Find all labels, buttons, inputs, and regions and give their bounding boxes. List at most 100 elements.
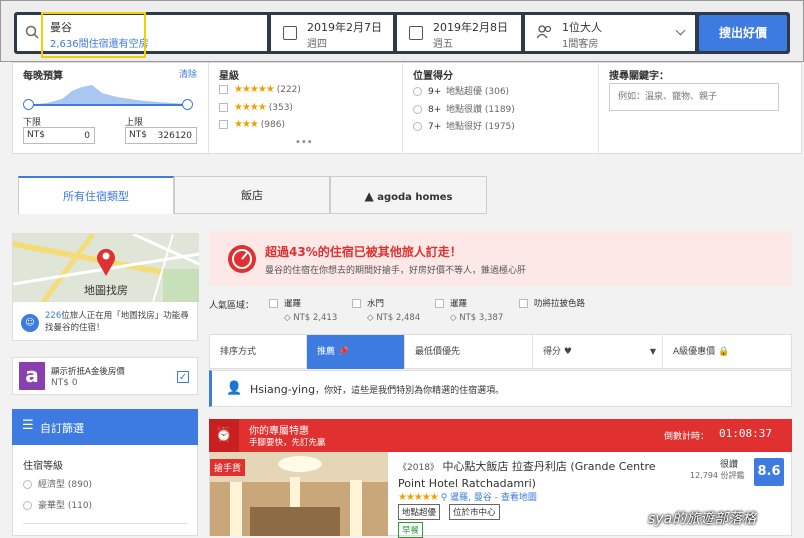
- area-price: ◇ NT$ 3,387: [450, 313, 503, 323]
- greeting-text: Hsiang-ying，你好，這些是我們特別為你精選的住宿選項。: [250, 383, 504, 396]
- hotel-title[interactable]: 《2018》 中心點大飯店 拉查丹利店 (Grande Centre Point…: [398, 459, 678, 492]
- stars-icon: ★★★: [234, 119, 259, 130]
- area-option-1[interactable]: 暹羅 ◇ NT$ 2,413: [269, 297, 337, 323]
- filter-option-label: 經濟型 (890): [38, 480, 93, 490]
- area-option-4[interactable]: 叻將拉披色路: [519, 297, 585, 309]
- guests-field[interactable]: 1位大人 1間客房: [525, 15, 695, 51]
- radio[interactable]: [23, 501, 32, 510]
- rooms-value: 1間客房: [562, 39, 599, 50]
- sort-label: 排序方式: [210, 335, 307, 369]
- radio[interactable]: [413, 122, 422, 131]
- star-option-3[interactable]: ★★★ (986): [219, 119, 285, 130]
- tab-agoda-homes[interactable]: ▲ agoda homes: [330, 176, 487, 214]
- sort-secret-deals[interactable]: A級優惠價 🔒: [663, 335, 793, 369]
- deal-title: 你的專屬特惠: [249, 426, 309, 437]
- caret-down-icon: ▼: [649, 347, 656, 356]
- slider-handle-max[interactable]: [182, 99, 193, 110]
- star-option-5[interactable]: ★★★★★ (222): [219, 84, 301, 95]
- sliders-icon: ☰: [22, 418, 34, 433]
- checkbox[interactable]: [219, 85, 228, 94]
- custom-filter-header[interactable]: ☰ 自訂篩選: [12, 409, 198, 445]
- stars-icon: ★★★★★: [234, 84, 275, 95]
- area-price: ◇ NT$ 2,484: [367, 313, 420, 323]
- keyword-input[interactable]: [609, 83, 779, 111]
- tag-icon: ◇: [284, 313, 291, 323]
- slider-handle-min[interactable]: [23, 99, 34, 110]
- currency-label: NT$: [129, 130, 147, 140]
- keyword-panel: 搜尋關鍵字：: [599, 63, 803, 155]
- checkbox[interactable]: [352, 299, 361, 308]
- deal-banner: ⏰ 你的專屬特惠 手腳要快，先訂先贏 倒數計時： 01:08:37: [209, 419, 792, 452]
- area-price-value: NT$ 3,387: [459, 313, 504, 323]
- sort-secret-label: A級優惠價: [673, 347, 716, 357]
- tag-city-center: 位於市中心: [449, 504, 500, 520]
- location-score-panel: 位置得分 9+ 地點超優 (306) 8+ 地點很讚 (1189) 7+ 地點很好 (…: [403, 63, 599, 155]
- checkbox[interactable]: [219, 120, 228, 129]
- speedometer-icon: [228, 245, 256, 273]
- area-name: 暹羅: [284, 299, 302, 309]
- score: 9+: [428, 87, 442, 97]
- areas-label: 人氣區域：: [209, 301, 255, 311]
- min-price-input[interactable]: NT$ 0: [23, 127, 95, 144]
- greeting-message: ，你好，這些是我們特別為你精選的住宿選項。: [315, 386, 505, 396]
- area-name: 叻將拉披色路: [534, 299, 586, 309]
- tab-hotels[interactable]: 飯店: [174, 176, 330, 214]
- map-user-count: 226: [45, 311, 62, 321]
- sort-recommended[interactable]: 推薦 📌: [307, 335, 405, 369]
- divider: [23, 523, 187, 524]
- checkbox[interactable]: [519, 299, 528, 308]
- calendar-icon: [283, 26, 297, 40]
- checkout-field[interactable]: 2019年2月8日 週五: [397, 15, 521, 51]
- star-option-4[interactable]: ★★★★ (353): [219, 102, 293, 113]
- discount-card: a 顯示折抵A金後房價 NT$ 0 ✓: [12, 357, 198, 395]
- filter-group-title: 住宿等級: [23, 461, 63, 472]
- radio[interactable]: [413, 105, 422, 114]
- map-note-text: 位旅人正在用「地圖找房」功能尋找曼谷的住宿！: [45, 311, 189, 333]
- radio[interactable]: [413, 87, 422, 96]
- location-option-9[interactable]: 9+ 地點超優 (306): [413, 84, 509, 97]
- area-option-2[interactable]: 水門 ◇ NT$ 2,484: [352, 297, 420, 323]
- sort-rating[interactable]: 得分 ♥ ▼: [533, 335, 663, 369]
- tag-icon: ◇: [367, 313, 374, 323]
- agoda-cash-icon: a: [19, 362, 45, 390]
- score-label: 地點超優 (306): [446, 87, 510, 97]
- max-price-input[interactable]: NT$ 326120: [125, 127, 197, 144]
- sort-lowest-price[interactable]: 最低價優先: [405, 335, 533, 369]
- area-option-3[interactable]: 暹羅 ◇ NT$ 3,387: [435, 297, 503, 323]
- score-badge: 8.6: [754, 458, 784, 486]
- search-button[interactable]: 搜出好價: [699, 15, 787, 51]
- countdown-label: 倒數計時：: [664, 432, 710, 442]
- area-name: 暹羅: [450, 299, 468, 309]
- location-option-8[interactable]: 8+ 地點很讚 (1189): [413, 102, 515, 115]
- more-icon[interactable]: •••: [295, 137, 313, 148]
- popular-areas: 人氣區域： 暹羅 ◇ NT$ 2,413 水門 ◇ NT$ 2,484 暹羅 ◇ NT…: [209, 294, 792, 326]
- user-name: Hsiang-ying: [250, 383, 316, 396]
- year-badge: 《2018》: [398, 463, 439, 473]
- heart-icon: ♥: [563, 347, 572, 357]
- price-slider-track[interactable]: [27, 104, 189, 106]
- alarm-clock-icon: ⏰: [209, 419, 239, 452]
- sort-recommended-label: 推薦: [317, 347, 336, 357]
- lock-icon: 🔒: [718, 347, 730, 357]
- area-price-value: NT$ 2,484: [376, 313, 421, 323]
- currency-label: NT$: [27, 130, 45, 140]
- checkbox[interactable]: [269, 299, 278, 308]
- location-option-7[interactable]: 7+ 地點很好 (1975): [413, 119, 515, 132]
- alert-subtitle: 曼谷的住宿在你想去的期間好搶手，好房好價不等人，錐過極心肝: [265, 266, 527, 276]
- countdown-timer: 01:08:37: [719, 427, 772, 440]
- greeting-bar: 👤 Hsiang-ying，你好，這些是我們特別為你精選的住宿選項。: [209, 370, 792, 407]
- discount-checkbox[interactable]: ✓: [177, 371, 189, 383]
- radio[interactable]: [23, 480, 32, 489]
- map-search-card[interactable]: 地圖找房 ☺ 226位旅人正在用「地圖找房」功能尋找曼谷的住宿！: [12, 233, 199, 341]
- checkbox[interactable]: [219, 103, 228, 112]
- map-search-button[interactable]: 地圖找房: [13, 282, 199, 298]
- checkout-day: 週五: [433, 39, 453, 50]
- checkin-field[interactable]: 2019年2月7日 週四: [271, 15, 393, 51]
- tab-all-property[interactable]: 所有住宿類型: [18, 176, 174, 214]
- checkbox[interactable]: [435, 299, 444, 308]
- filter-option-luxury[interactable]: 豪華型 (110): [23, 498, 92, 511]
- hotel-location[interactable]: 暹羅, 曼谷 - 查看地圖: [450, 493, 537, 503]
- filter-option-economy[interactable]: 經濟型 (890): [23, 477, 92, 490]
- stars-icon: ★★★★: [234, 102, 267, 113]
- min-price-value: 0: [84, 131, 90, 141]
